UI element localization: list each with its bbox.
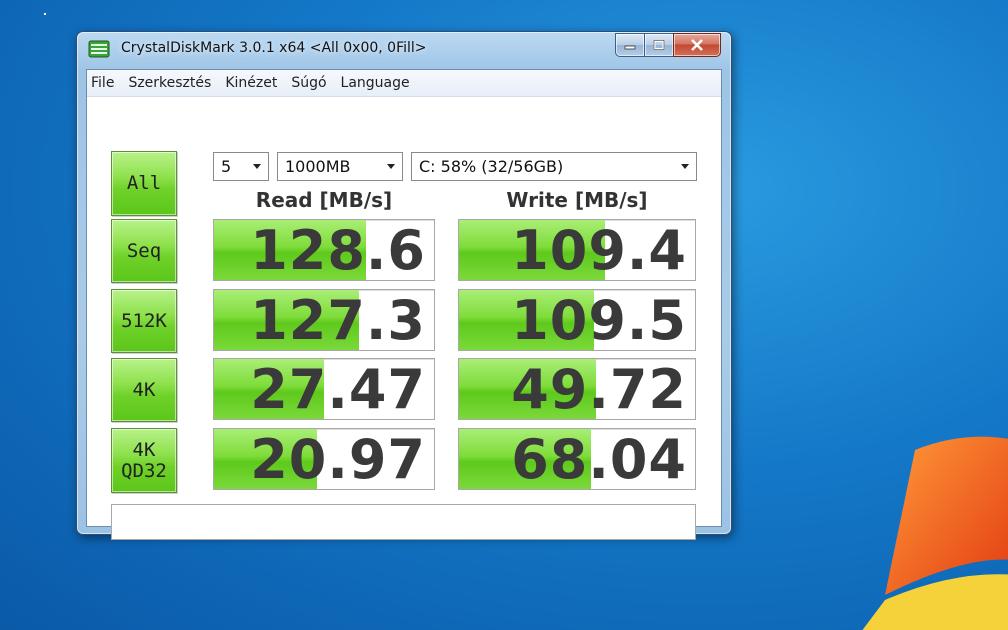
write-result-cell: 109.5	[458, 289, 696, 351]
write-speed-value: 49.72	[511, 358, 687, 420]
write-result-cell: 49.72	[458, 358, 696, 420]
write-speed-value: 68.04	[511, 428, 687, 490]
chevron-down-icon	[253, 164, 261, 169]
menu-language[interactable]: Language	[334, 75, 417, 91]
windows-logo-icon	[862, 436, 1008, 630]
read-result-cell: 128.6	[213, 219, 435, 281]
all-button[interactable]: All	[111, 151, 177, 216]
test-button-seq[interactable]: Seq	[111, 219, 177, 283]
title-bar[interactable]: CrystalDiskMark 3.0.1 x64 <All 0x00, 0Fi…	[77, 32, 731, 66]
read-speed-value: 128.6	[250, 219, 426, 281]
write-result-cell: 68.04	[458, 428, 696, 490]
menu-file[interactable]: File	[87, 75, 121, 91]
menu-edit[interactable]: Szerkesztés	[121, 75, 218, 91]
test-button-4k-qd32[interactable]: 4K QD32	[111, 428, 177, 493]
caption-buttons	[615, 33, 721, 57]
maximize-button[interactable]	[644, 33, 673, 57]
read-result-cell: 127.3	[213, 289, 435, 351]
count-select[interactable]: 5	[213, 152, 269, 181]
test-button-4k[interactable]: 4K	[111, 358, 177, 422]
test-button-label: 4K	[132, 438, 156, 461]
read-speed-value: 20.97	[250, 428, 426, 490]
minimize-button[interactable]	[615, 33, 644, 57]
write-result-cell: 109.4	[458, 219, 696, 281]
count-value: 5	[221, 157, 232, 176]
drive-select[interactable]: C: 58% (32/56GB)	[411, 152, 697, 181]
test-button-label: QD32	[121, 459, 167, 482]
write-speed-value: 109.5	[511, 289, 687, 351]
read-header: Read [MB/s]	[255, 188, 393, 212]
chevron-down-icon	[681, 164, 689, 169]
menu-theme[interactable]: Kinézet	[218, 75, 284, 91]
menu-bar: File Szerkesztés Kinézet Súgó Language	[87, 70, 721, 97]
test-button-label: 512K	[121, 309, 167, 332]
read-speed-value: 27.47	[250, 358, 426, 420]
disk-icon	[88, 40, 110, 58]
benchmark-panel: All 5 1000MB C: 58% (32/56GB) Read [MB/s…	[87, 97, 721, 540]
close-button[interactable]	[673, 33, 721, 57]
size-value: 1000MB	[285, 157, 351, 176]
size-select[interactable]: 1000MB	[277, 152, 403, 181]
drive-value: C: 58% (32/56GB)	[419, 157, 564, 176]
window-title: CrystalDiskMark 3.0.1 x64 <All 0x00, 0Fi…	[121, 40, 427, 56]
test-button-512k[interactable]: 512K	[111, 289, 177, 353]
write-speed-value: 109.4	[511, 219, 687, 281]
read-result-cell: 20.97	[213, 428, 435, 490]
test-button-label: Seq	[126, 239, 162, 262]
main-window: CrystalDiskMark 3.0.1 x64 <All 0x00, 0Fi…	[76, 31, 732, 540]
client-area: File Szerkesztés Kinézet Súgó Language A…	[86, 69, 722, 540]
chevron-down-icon	[387, 164, 395, 169]
read-result-cell: 27.47	[213, 358, 435, 420]
menu-help[interactable]: Súgó	[284, 75, 333, 91]
comment-field[interactable]	[111, 504, 696, 540]
minimize-icon	[624, 45, 636, 50]
close-icon	[691, 39, 703, 51]
desktop-pixel	[44, 13, 46, 15]
read-speed-value: 127.3	[250, 289, 426, 351]
maximize-icon	[653, 40, 665, 50]
test-button-label: 4K	[132, 378, 156, 401]
write-header: Write [MB/s]	[506, 188, 648, 212]
